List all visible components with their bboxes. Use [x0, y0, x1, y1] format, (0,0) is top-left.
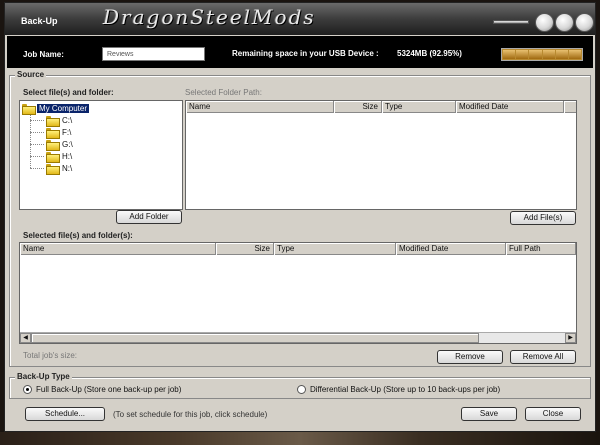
minimize-icon[interactable]: [535, 13, 554, 32]
title-bar[interactable]: Back-Up DragonSteelMods: [5, 3, 595, 35]
source-legend: Source: [15, 70, 47, 79]
folder-icon: [46, 127, 60, 139]
scrollbar-thumb[interactable]: [31, 333, 479, 343]
differential-backup-option[interactable]: Differential Back-Up (Store up to 10 bac…: [297, 385, 500, 394]
column-header-type[interactable]: Type: [382, 101, 456, 113]
total-size-label: Total job's size:: [23, 351, 77, 360]
horizontal-scrollbar[interactable]: ◀ ▶: [20, 332, 576, 343]
column-header-size[interactable]: Size: [216, 243, 274, 255]
tree-item-drive[interactable]: H:\: [46, 151, 72, 163]
add-folder-button[interactable]: Add Folder: [116, 210, 182, 224]
column-header-modified[interactable]: Modified Date: [396, 243, 506, 255]
folder-tree[interactable]: My Computer C:\ F:\ G:\ H:\ N:\: [19, 100, 183, 210]
scroll-right-icon[interactable]: ▶: [565, 333, 576, 343]
radio-icon-unchecked[interactable]: [297, 385, 306, 394]
title-bar-decoration: [493, 20, 529, 24]
radio-icon-checked[interactable]: [23, 385, 32, 394]
selected-folder-path-label: Selected Folder Path:: [185, 88, 262, 97]
selected-list-header: Name Size Type Modified Date Full Path: [20, 243, 576, 255]
schedule-hint: (To set schedule for this job, click sch…: [113, 410, 268, 419]
tree-item-drive[interactable]: C:\: [46, 115, 72, 127]
folder-icon: [46, 163, 60, 175]
add-files-button[interactable]: Add File(s): [510, 211, 576, 225]
remove-button[interactable]: Remove: [437, 350, 503, 364]
background-wallpaper: [0, 432, 600, 445]
selected-files-list[interactable]: Name Size Type Modified Date Full Path ◀…: [19, 242, 577, 344]
column-header-size[interactable]: Size: [334, 101, 382, 113]
column-header-type[interactable]: Type: [274, 243, 396, 255]
backup-type-legend: Back-Up Type: [15, 372, 72, 381]
job-name-input[interactable]: [102, 47, 205, 61]
column-header-name[interactable]: Name: [186, 101, 334, 113]
select-files-label: Select file(s) and folder:: [23, 88, 114, 97]
tree-item-drive[interactable]: G:\: [46, 139, 73, 151]
remaining-space-label: Remaining space in your USB Device :: [232, 49, 379, 58]
save-button[interactable]: Save: [461, 407, 517, 421]
folder-open-icon: [22, 104, 36, 115]
column-header-modified[interactable]: Modified Date: [456, 101, 564, 113]
tree-item-drive[interactable]: F:\: [46, 127, 71, 139]
selected-files-label: Selected file(s) and folder(s):: [23, 231, 133, 240]
remaining-space-value: 5324MB (92.95%): [397, 49, 462, 58]
usb-space-meter: [501, 48, 583, 61]
tree-item-drive[interactable]: N:\: [46, 163, 72, 175]
folder-list-header: Name Size Type Modified Date: [186, 101, 576, 113]
folder-icon: [46, 151, 60, 163]
backup-window: Back-Up DragonSteelMods Job Name: Remain…: [4, 2, 596, 432]
job-name-label: Job Name:: [23, 50, 64, 59]
maximize-icon[interactable]: [555, 13, 574, 32]
folder-contents-list[interactable]: Name Size Type Modified Date: [185, 100, 577, 210]
remove-all-button[interactable]: Remove All: [510, 350, 576, 364]
close-button[interactable]: Close: [525, 407, 581, 421]
close-icon[interactable]: [575, 13, 594, 32]
schedule-button[interactable]: Schedule...: [25, 407, 105, 421]
tree-item-my-computer[interactable]: My Computer: [22, 103, 90, 115]
full-backup-option[interactable]: Full Back-Up (Store one back-up per job): [23, 385, 181, 394]
window-title: Back-Up: [21, 16, 58, 26]
job-info-bar: Job Name: Remaining space in your USB De…: [7, 36, 593, 68]
folder-icon: [46, 139, 60, 151]
folder-icon: [46, 115, 60, 127]
column-header-name[interactable]: Name: [20, 243, 216, 255]
column-header-full-path[interactable]: Full Path: [506, 243, 576, 255]
scroll-left-icon[interactable]: ◀: [20, 333, 31, 343]
brand-logo-text: DragonSteelMods: [103, 5, 316, 29]
